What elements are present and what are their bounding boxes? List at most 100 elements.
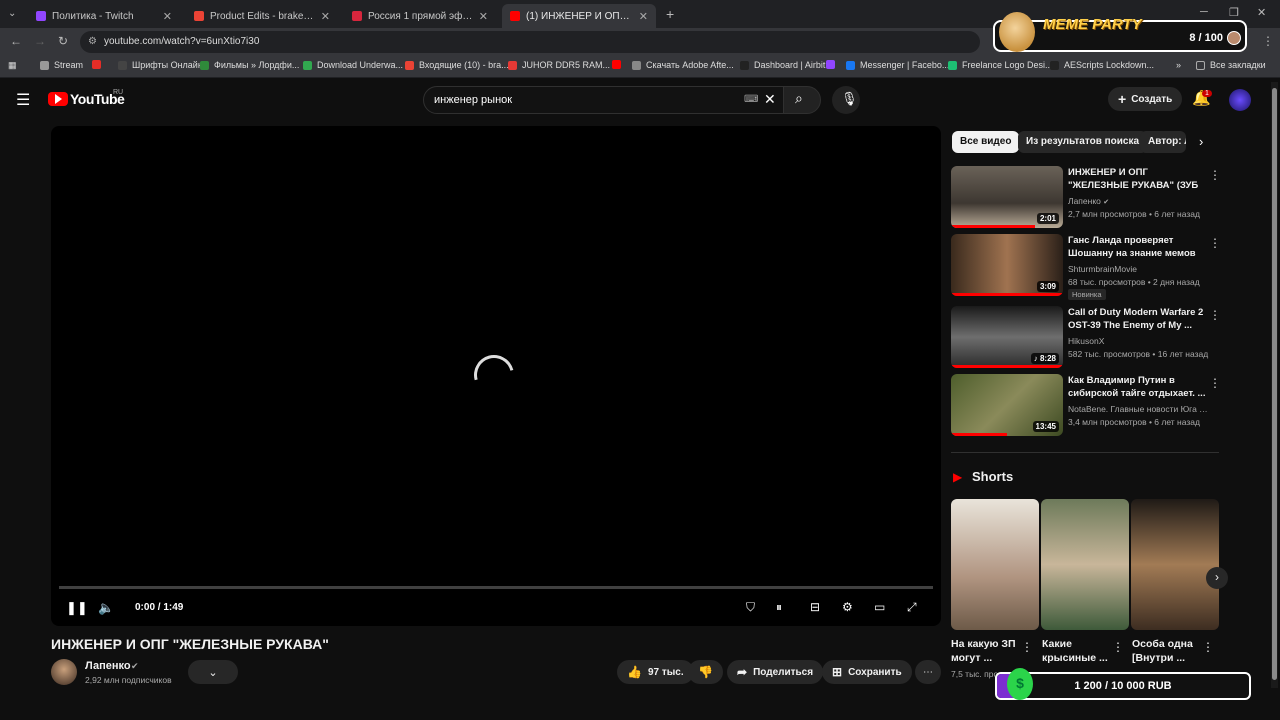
- maximize-icon[interactable]: ❐: [1229, 6, 1239, 19]
- shorts-next-button[interactable]: ›: [1206, 567, 1228, 589]
- account-avatar[interactable]: [1229, 89, 1251, 111]
- pause-icon[interactable]: ❚❚: [66, 600, 88, 616]
- sponsor-block-icon[interactable]: ⛉: [746, 600, 755, 615]
- chip-all-videos[interactable]: Все видео: [952, 131, 1020, 153]
- bookmark-label: AEScripts Lockdown...: [1064, 60, 1155, 70]
- related-channel: Лапенко ✔: [1068, 196, 1110, 206]
- related-video-2[interactable]: 3:09 Ганс Ланда проверяет Шошанну на зна…: [951, 234, 1221, 300]
- volume-icon[interactable]: 🔈: [98, 600, 114, 616]
- tab-russia1[interactable]: Россия 1 прямой эфир ✕: [344, 4, 496, 28]
- browser-menu-icon[interactable]: ⋮: [1262, 34, 1274, 48]
- more-vertical-icon[interactable]: ⋮: [1112, 640, 1124, 654]
- voice-search-button[interactable]: 🎙: [832, 86, 860, 114]
- channel-avatar[interactable]: [51, 659, 77, 685]
- youtube-logo-icon[interactable]: [48, 92, 68, 106]
- short-thumbnail-2[interactable]: [1041, 499, 1129, 630]
- chevron-right-icon[interactable]: ›: [1199, 134, 1203, 149]
- more-vertical-icon[interactable]: ⋮: [1209, 376, 1221, 390]
- bookmark-item[interactable]: Шрифты Онлайн: [118, 60, 203, 70]
- clear-search-icon[interactable]: ✕: [764, 86, 776, 112]
- more-vertical-icon[interactable]: ⋮: [1202, 640, 1214, 654]
- search-button[interactable]: ⌕: [783, 86, 821, 114]
- scrollbar-thumb[interactable]: [1272, 88, 1277, 680]
- bookmark-item[interactable]: Фильмы » Лордфи...: [200, 60, 299, 70]
- bookmark-favicon-icon: [846, 60, 855, 70]
- watched-progress-bar: [951, 365, 1063, 368]
- close-window-icon[interactable]: ✕: [1257, 6, 1266, 19]
- close-tab-icon[interactable]: ✕: [321, 10, 330, 23]
- short-thumbnail-1[interactable]: [951, 499, 1039, 630]
- bookmark-item[interactable]: JUHOR DDR5 RAM...: [508, 60, 610, 70]
- related-video-1[interactable]: 2:01 ИНЖЕНЕР И ОПГ "ЖЕЛЕЗНЫЕ РУКАВА" (ЗУ…: [951, 166, 1221, 230]
- meme-party-widget: MEME PARTY 8 / 100: [993, 12, 1247, 52]
- short-thumbnail-3[interactable]: [1131, 499, 1219, 630]
- channel-name[interactable]: Лапенко: [85, 660, 131, 672]
- chip-author[interactable]: Автор: Л: [1140, 131, 1186, 153]
- more-actions-button[interactable]: ⋯: [915, 660, 941, 684]
- bookmark-item[interactable]: AEScripts Lockdown...: [1050, 60, 1154, 70]
- scrollbar[interactable]: [1271, 82, 1278, 688]
- thumbs-up-icon: 👍: [627, 665, 642, 679]
- related-video-3[interactable]: ♪ 8:28 Call of Duty Modern Warfare 2 OST…: [951, 306, 1221, 370]
- subscribe-dropdown[interactable]: ⌄: [188, 660, 238, 684]
- video-player[interactable]: ❚❚ 🔈 0:00 / 1:49 ⛉ ⏸ ⊟ ⚙ ▭ ⤢: [51, 126, 941, 626]
- create-button[interactable]: + Создать: [1108, 87, 1183, 111]
- bookmarks-overflow-icon[interactable]: »: [1176, 60, 1181, 70]
- close-tab-icon[interactable]: ✕: [639, 10, 648, 23]
- tab-search-icon[interactable]: ⌄: [8, 8, 16, 19]
- share-button[interactable]: ➦ Поделиться: [727, 660, 824, 684]
- more-vertical-icon[interactable]: ⋮: [1021, 640, 1033, 654]
- bookmark-item[interactable]: [612, 60, 626, 69]
- tab-gmail[interactable]: Product Edits - brakermovie@g ✕: [186, 4, 338, 28]
- bookmark-item[interactable]: Download Underwa...: [303, 60, 403, 70]
- tab-twitch[interactable]: Политика - Twitch ✕: [28, 4, 180, 28]
- miniplayer-icon[interactable]: ▭: [874, 600, 885, 614]
- close-tab-icon[interactable]: ✕: [163, 10, 172, 23]
- bookmark-item[interactable]: Stream: [40, 60, 83, 70]
- bookmark-item[interactable]: Freelance Logo Desi...: [948, 60, 1053, 70]
- settings-gear-icon[interactable]: ⚙: [842, 600, 853, 614]
- menu-icon[interactable]: ☰: [16, 90, 30, 110]
- reload-icon[interactable]: ↻: [58, 34, 68, 48]
- dislike-button[interactable]: 👎: [688, 660, 723, 684]
- bookmark-label: Скачать Adobe Afte...: [646, 60, 734, 70]
- save-button[interactable]: ⊞ Сохранить: [822, 660, 912, 684]
- forward-icon[interactable]: →: [34, 34, 46, 48]
- subtitles-icon[interactable]: ⊟: [810, 600, 820, 614]
- avatar-icon: [1227, 31, 1241, 45]
- bookmark-item[interactable]: Messenger | Facebo...: [846, 60, 949, 70]
- bookmark-label: Шрифты Онлайн: [132, 60, 203, 70]
- bookmark-item[interactable]: Dashboard | Airbit: [740, 60, 825, 70]
- site-info-icon[interactable]: ⚙: [88, 31, 97, 53]
- apps-icon[interactable]: ▦: [8, 60, 17, 71]
- minimize-icon[interactable]: ─: [1200, 6, 1208, 18]
- video-thumbnail: 13:45: [951, 374, 1063, 436]
- bookmark-item[interactable]: [826, 60, 840, 69]
- tab-youtube-active[interactable]: (1) ИНЖЕНЕР И ОПГ "ЖЕЛЕЗНЫ ✕: [502, 4, 656, 28]
- donation-goal-widget: $ 1 200 / 10 000 RUB: [995, 668, 1251, 700]
- search-input[interactable]: инженер рынок ⌨ ✕: [423, 86, 785, 114]
- bookmark-item[interactable]: Входящие (10) - bra...: [405, 60, 509, 70]
- keyboard-icon[interactable]: ⌨: [744, 87, 758, 113]
- bookmark-item[interactable]: Скачать Adobe Afte...: [632, 60, 734, 70]
- chip-from-search[interactable]: Из результатов поиска: [1018, 131, 1148, 153]
- more-vertical-icon[interactable]: ⋮: [1209, 168, 1221, 182]
- more-vertical-icon[interactable]: ⋮: [1209, 308, 1221, 322]
- related-video-4[interactable]: 13:45 Как Владимир Путин в сибирской тай…: [951, 374, 1221, 438]
- new-tab-button[interactable]: +: [666, 6, 674, 22]
- like-button[interactable]: 👍 97 тыс.: [617, 660, 694, 684]
- watched-progress-bar: [951, 433, 1007, 436]
- progress-bar[interactable]: [59, 586, 933, 589]
- back-icon[interactable]: ←: [10, 34, 22, 48]
- save-playlist-icon: ⊞: [832, 665, 843, 679]
- autoplay-toggle-icon[interactable]: ⏸: [776, 600, 782, 615]
- watched-progress-bar: [951, 293, 1063, 296]
- folder-icon: [1196, 60, 1205, 70]
- all-bookmarks[interactable]: Все закладки: [1196, 60, 1266, 70]
- fullscreen-icon[interactable]: ⤢: [907, 600, 917, 615]
- more-vertical-icon[interactable]: ⋮: [1209, 236, 1221, 250]
- close-tab-icon[interactable]: ✕: [479, 10, 488, 23]
- bookmark-item[interactable]: [92, 60, 106, 69]
- url-field[interactable]: ⚙ youtube.com/watch?v=6unXtio7i30: [80, 31, 980, 53]
- divider: [951, 452, 1219, 453]
